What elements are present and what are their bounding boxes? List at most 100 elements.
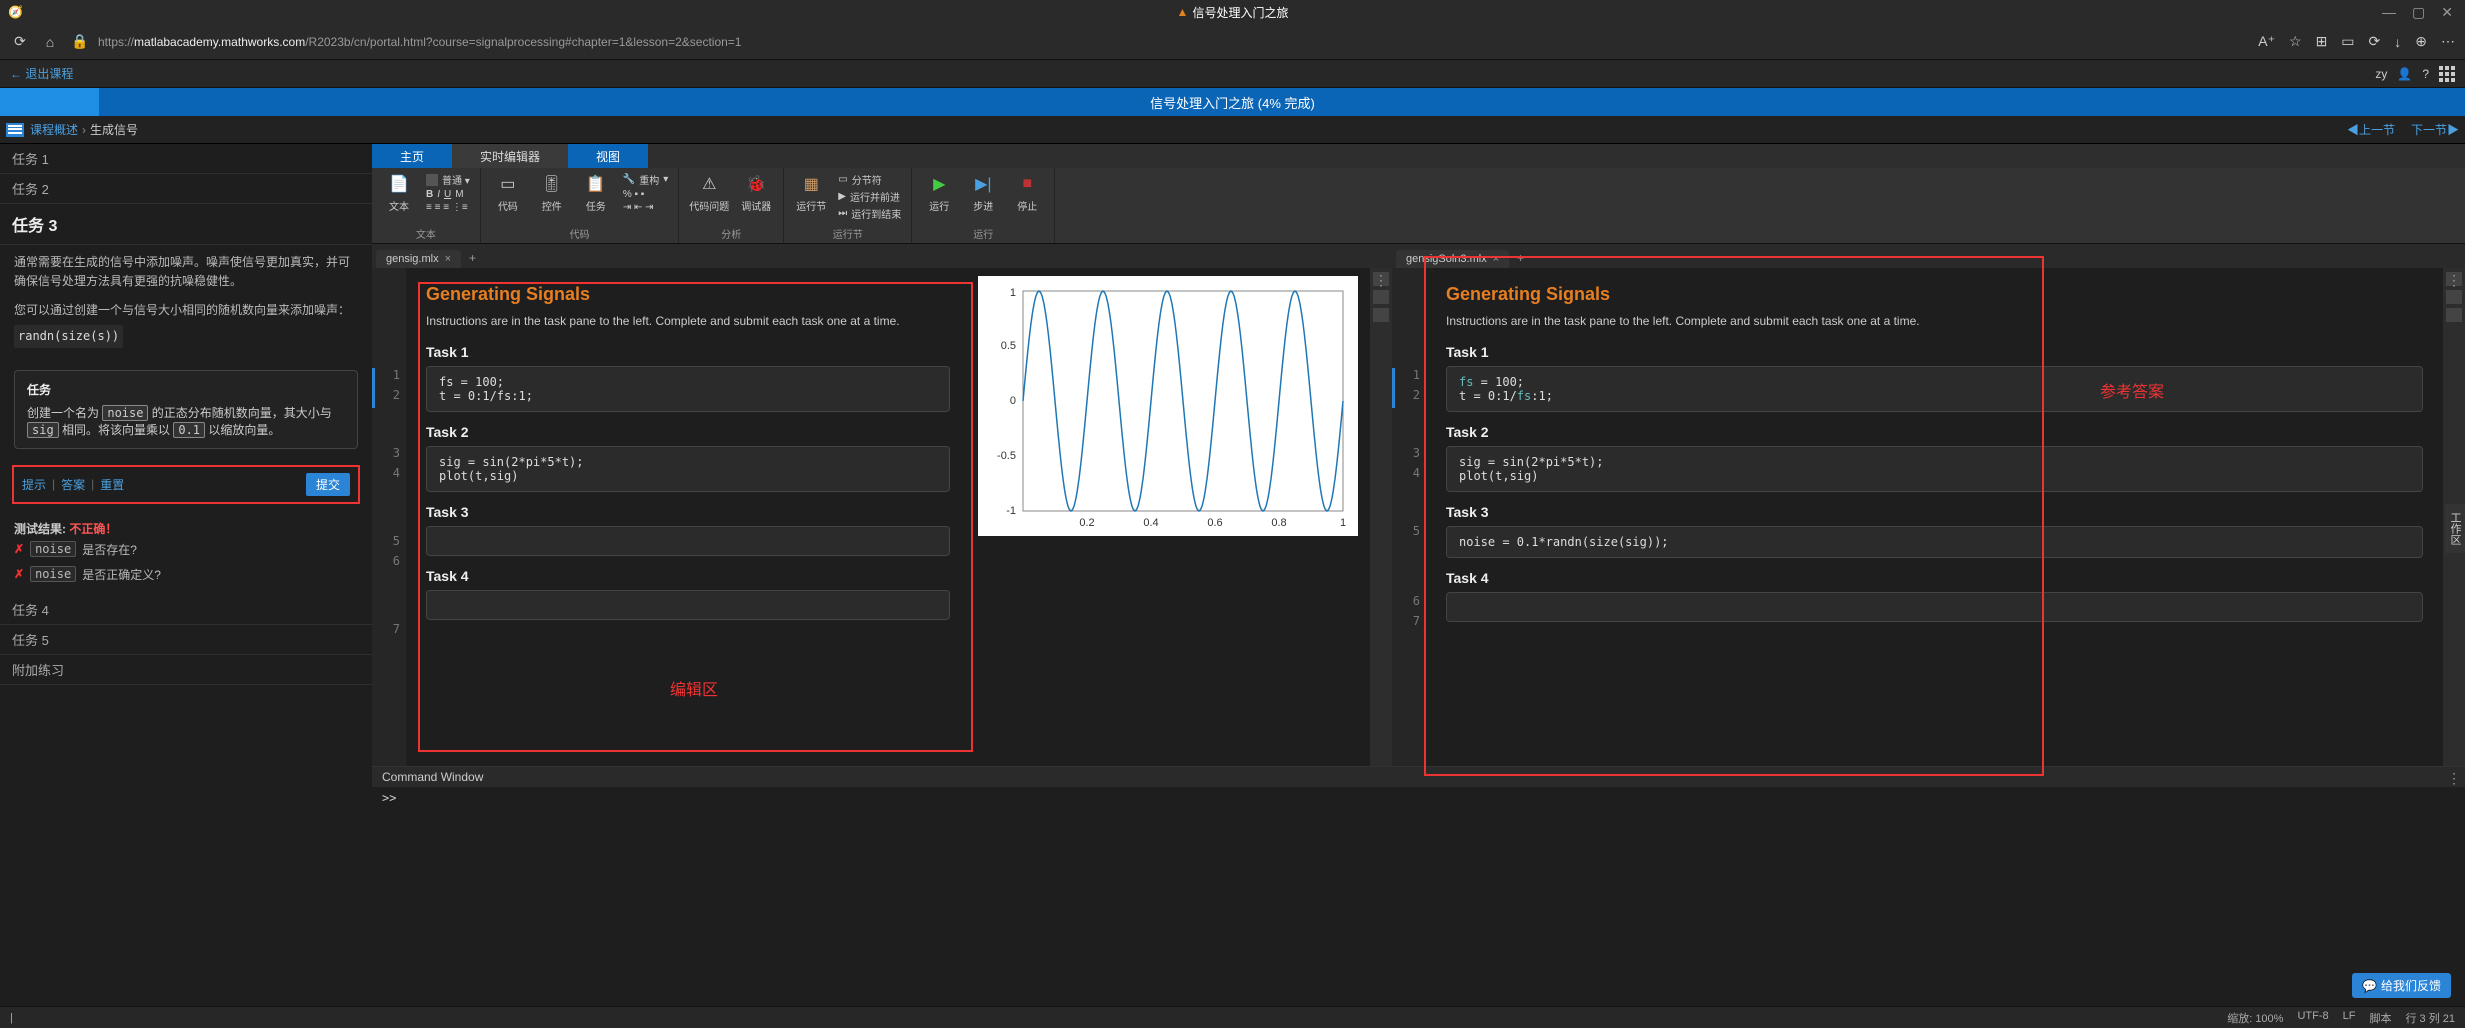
performance-icon[interactable]: ⊕ — [2415, 33, 2427, 50]
prev-section-link[interactable]: ◀上一节 — [2347, 121, 2395, 138]
window-min-button[interactable]: — — [2382, 4, 2396, 21]
control-button[interactable]: 🎚控件 — [535, 172, 569, 213]
collections-icon[interactable]: ▭ — [2341, 33, 2354, 50]
add-tab-button[interactable]: + — [1509, 248, 1532, 268]
command-input[interactable]: >> — [372, 787, 2465, 1006]
tab-liveeditor[interactable]: 实时编辑器 — [452, 144, 568, 168]
doc-heading: Generating Signals — [426, 284, 950, 305]
annotation-ref-label: 参考答案 — [2100, 378, 2164, 402]
sectionbreak-button[interactable]: ▭ 分节符 — [838, 172, 901, 187]
workspace-tab[interactable]: 工作区 — [2445, 504, 2465, 553]
code-cell-4[interactable] — [426, 590, 950, 620]
text-button[interactable]: 📄文本 — [382, 172, 416, 213]
fail-icon: ✗ — [14, 567, 24, 581]
tab-home[interactable]: 主页 — [372, 144, 452, 168]
file-tab-solution[interactable]: gensigSoln3.mlx× — [1396, 250, 1509, 268]
menu-icon[interactable]: ⋯ — [2441, 33, 2455, 50]
downloads-icon[interactable]: ↓ — [2394, 34, 2401, 50]
stop-button[interactable]: ■停止 — [1010, 172, 1044, 213]
course-topbar: ← 退出课程 zy 👤 ? — [0, 60, 2465, 88]
sol-code-2[interactable]: sig = sin(2*pi*5*t); plot(t,sig) — [1446, 446, 2423, 492]
pane-menu-icon[interactable]: ⋮ — [2447, 272, 2461, 289]
window-titlebar: 🧭 ▲ 信号处理入门之旅 — ▢ ✕ — [0, 0, 2465, 24]
run-button[interactable]: ▶运行 — [922, 172, 956, 213]
runtoend-button[interactable]: ⏭ 运行到结束 — [838, 206, 901, 221]
status-bar: | 缩放: 100% UTF-8 LF 脚本 行 3 列 21 — [0, 1006, 2465, 1028]
task-nav-1[interactable]: 任务 1 — [0, 144, 372, 174]
command-window-title: Command Window ⋮ — [372, 767, 2465, 787]
hint-link[interactable]: 提示 — [22, 476, 46, 493]
font-style[interactable]: B I U M — [426, 189, 470, 200]
extensions-icon[interactable]: ⊞ — [2316, 33, 2328, 50]
exit-course-link[interactable]: ← 退出课程 — [10, 65, 73, 82]
status-lineending: LF — [2343, 1010, 2356, 1026]
doc-intro: Instructions are in the task pane to the… — [1446, 313, 2423, 330]
home-icon[interactable]: ⌂ — [40, 34, 60, 50]
svg-text:0.2: 0.2 — [1079, 517, 1094, 529]
status-encoding: UTF-8 — [2297, 1010, 2328, 1026]
submit-button[interactable]: 提交 — [306, 473, 350, 496]
command-window: Command Window ⋮ >> — [372, 766, 2465, 1006]
help-icon[interactable]: ? — [2422, 67, 2429, 81]
extra-practice[interactable]: 附加练习 — [0, 655, 372, 685]
task-nav-3[interactable]: 任务 3 — [0, 204, 372, 245]
svg-text:0.4: 0.4 — [1143, 517, 1158, 529]
layout-strip[interactable] — [1370, 268, 1392, 766]
browser-toolbar: ⟳ ⌂ 🔒 https://matlabacademy.mathworks.co… — [0, 24, 2465, 60]
sol-code-3[interactable]: noise = 0.1*randn(size(sig)); — [1446, 526, 2423, 558]
read-aloud-icon[interactable]: A⁺ — [2258, 33, 2275, 50]
code-button[interactable]: ▭代码 — [491, 172, 525, 213]
sync-icon[interactable]: ⟳ — [2369, 33, 2381, 50]
code-cell-2[interactable]: sig = sin(2*pi*5*t); plot(t,sig) — [426, 446, 950, 492]
user-icon[interactable]: 👤 — [2397, 67, 2412, 81]
sol-code-4[interactable] — [1446, 592, 2423, 622]
course-progress-bar: 信号处理入门之旅 (4% 完成) — [0, 88, 2465, 116]
refactor-button[interactable]: 🔧 重构 ▾ — [623, 172, 668, 187]
breadcrumb-root[interactable]: 课程概述 — [30, 121, 78, 138]
pane-menu-icon[interactable]: ⋮ — [2447, 770, 2461, 787]
window-close-button[interactable]: ✕ — [2441, 4, 2453, 21]
sol-code-1[interactable]: fs = 100; t = 0:1/fs:1; — [1446, 366, 2423, 412]
runadvance-button[interactable]: ▶ 运行并前进 — [838, 189, 901, 204]
close-icon[interactable]: × — [1493, 253, 1499, 265]
debugger-button[interactable]: 🐞调试器 — [739, 172, 773, 213]
code-cell-3[interactable] — [426, 526, 950, 556]
feedback-button[interactable]: 💬 给我们反馈 — [2352, 973, 2451, 998]
doc-intro: Instructions are in the task pane to the… — [426, 313, 950, 330]
step-button[interactable]: ▶|步进 — [966, 172, 1000, 213]
task-button[interactable]: 📋任务 — [579, 172, 613, 213]
line-gutter-right: 1 2 3 4 5 6 7 — [1392, 268, 1426, 766]
svg-text:0: 0 — [1010, 395, 1016, 407]
svg-text:0.5: 0.5 — [1001, 340, 1016, 352]
task-nav-5[interactable]: 任务 5 — [0, 625, 372, 655]
indent-button[interactable]: ⇥ ⇤ ⇥ — [623, 202, 668, 213]
example-code: randn(size(s)) — [14, 325, 123, 348]
comment-button[interactable]: % ▪ ▪ — [623, 189, 668, 200]
font-align[interactable]: ≡ ≡ ≡ ⋮≡ — [426, 202, 470, 213]
answer-link[interactable]: 答案 — [61, 476, 85, 493]
address-bar[interactable]: 🔒 https://matlabacademy.mathworks.com/R2… — [70, 33, 2248, 50]
close-icon[interactable]: × — [445, 253, 451, 265]
code-cell-1[interactable]: fs = 100; t = 0:1/fs:1; — [426, 366, 950, 412]
toolstrip-ribbon: 📄文本 普通 ▾ B I U M ≡ ≡ ≡ ⋮≡ 文本 ▭代码 🎚控件 📋任务… — [372, 168, 2465, 244]
task-nav-4[interactable]: 任务 4 — [0, 595, 372, 625]
toc-icon[interactable] — [6, 123, 24, 137]
window-max-button[interactable]: ▢ — [2412, 4, 2425, 21]
task-nav-2[interactable]: 任务 2 — [0, 174, 372, 204]
solution-script-pane[interactable]: Generating Signals Instructions are in t… — [1426, 268, 2443, 766]
file-tab-gensig[interactable]: gensig.mlx× — [376, 250, 461, 268]
codeissue-button[interactable]: ⚠代码问题 — [689, 172, 729, 213]
live-script-pane[interactable]: Generating Signals Instructions are in t… — [406, 268, 970, 766]
reset-link[interactable]: 重置 — [100, 476, 124, 493]
status-zoom[interactable]: 缩放: 100% — [2227, 1010, 2283, 1026]
next-section-link[interactable]: 下一节▶ — [2411, 121, 2459, 138]
add-tab-button[interactable]: + — [461, 248, 484, 268]
tab-view[interactable]: 视图 — [568, 144, 648, 168]
font-normal[interactable]: 普通 ▾ — [426, 172, 470, 187]
pane-menu-icon[interactable]: ⋮ — [1374, 272, 1388, 289]
favorite-icon[interactable]: ☆ — [2289, 33, 2302, 50]
apps-grid-icon[interactable] — [2439, 66, 2455, 82]
svg-text:0.8: 0.8 — [1271, 517, 1286, 529]
runsection-button[interactable]: ▦运行节 — [794, 172, 828, 213]
refresh-icon[interactable]: ⟳ — [10, 33, 30, 50]
